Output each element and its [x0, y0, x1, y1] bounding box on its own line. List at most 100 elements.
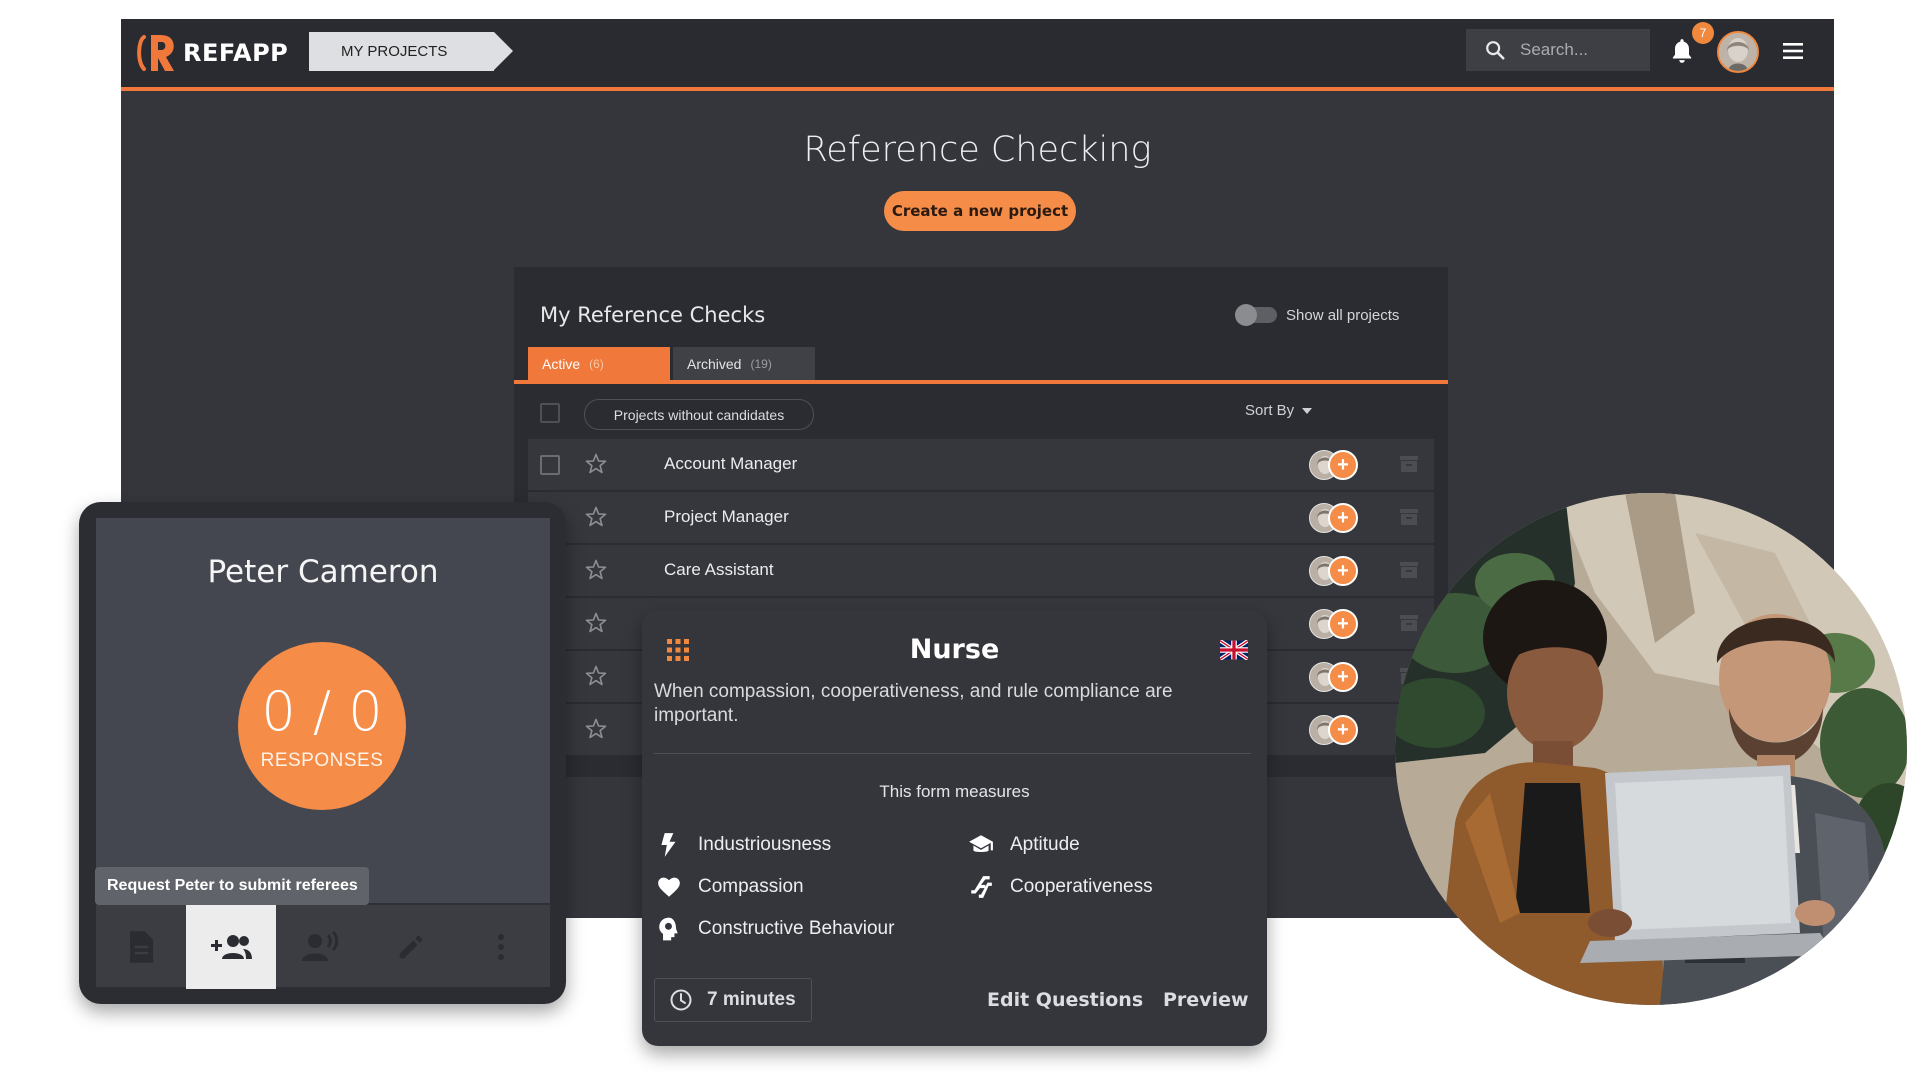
create-project-button[interactable]: Create a new project [884, 191, 1076, 231]
top-bar: REFAPP MY PROJECTS 7 [121, 19, 1834, 91]
table-row[interactable]: Care Assistant + [528, 545, 1434, 598]
add-candidate-button[interactable]: + [1328, 556, 1358, 586]
tab-archived-count: (19) [750, 356, 772, 371]
sort-by-label: Sort By [1245, 402, 1295, 419]
trait-aptitude: Aptitude [968, 832, 1080, 858]
responses-circle: 0 / 0 RESPONSES [238, 642, 406, 810]
more-options-button[interactable] [456, 905, 546, 989]
add-candidate-button[interactable]: + [1328, 715, 1358, 745]
request-referees-tooltip: Request Peter to submit referees [95, 867, 369, 905]
measures-heading: This form measures [879, 782, 1030, 801]
uk-flag-icon[interactable] [1220, 640, 1248, 660]
notification-badge: 7 [1692, 22, 1714, 44]
sort-by-dropdown[interactable]: Sort By [1245, 402, 1313, 419]
logo-mark-icon [137, 35, 174, 71]
trait-label: Industriousness [698, 834, 832, 855]
hamburger-menu-icon[interactable] [1781, 41, 1805, 61]
form-card-nurse: Nurse When compassion, cooperativeness, … [642, 610, 1267, 1046]
add-candidate-button[interactable]: + [1328, 450, 1358, 480]
responses-label: RESPONSES [260, 750, 384, 771]
tab-underline [514, 380, 1448, 384]
caret-down-icon [1302, 407, 1313, 414]
voice-reference-button[interactable] [276, 905, 366, 989]
handshake-icon [971, 876, 992, 898]
head-idea-icon [659, 917, 678, 941]
graduation-cap-icon [969, 835, 993, 853]
tab-archived-label: Archived [687, 355, 742, 372]
search-box[interactable] [1466, 29, 1650, 71]
heart-icon [658, 877, 680, 897]
speaking-person-icon [302, 931, 339, 961]
project-name[interactable]: Account Manager [664, 454, 797, 474]
breadcrumb-my-projects[interactable]: MY PROJECTS [309, 32, 494, 71]
form-description: When compassion, cooperativeness, and ru… [654, 681, 1173, 726]
project-name[interactable]: Project Manager [664, 507, 789, 527]
preview-button[interactable]: Preview [1163, 989, 1249, 1011]
star-icon[interactable] [584, 452, 608, 476]
archive-icon[interactable] [1399, 614, 1419, 632]
toggle-label: Show all projects [1286, 307, 1400, 324]
more-vertical-icon [498, 934, 504, 960]
duration-text: 7 minutes [707, 989, 796, 1010]
star-icon[interactable] [584, 664, 608, 688]
add-group-icon [211, 935, 252, 959]
search-icon [1486, 41, 1505, 60]
archive-icon[interactable] [1399, 508, 1419, 526]
project-name[interactable]: Care Assistant [664, 560, 774, 580]
candidate-name: Peter Cameron [207, 554, 439, 590]
candidate-card: Peter Cameron 0 / 0 RESPONSES Request Pe… [79, 502, 566, 1004]
document-button[interactable] [96, 905, 186, 989]
logo-text: REFAPP [183, 39, 289, 67]
trait-industriousness: Industriousness [656, 832, 831, 858]
trait-cooperativeness: Cooperativeness [968, 874, 1153, 900]
responses-value: 0 / 0 [261, 680, 383, 743]
tab-archived[interactable]: Archived (19) [673, 347, 815, 380]
notification-bell-icon[interactable] [1669, 37, 1695, 65]
pencil-icon [399, 935, 423, 959]
form-title: Nurse [909, 634, 1000, 665]
duration-badge: 7 minutes [654, 978, 812, 1022]
trait-label: Cooperativeness [1010, 876, 1153, 897]
document-icon [130, 931, 154, 963]
filter-chip-no-candidates[interactable]: Projects without candidates [584, 399, 814, 430]
star-icon[interactable] [584, 505, 608, 529]
star-icon[interactable] [584, 611, 608, 635]
show-all-projects-toggle[interactable] [1235, 304, 1277, 326]
breadcrumb-arrow [494, 32, 513, 70]
add-candidate-button[interactable]: + [1328, 609, 1358, 639]
trait-constructive-behaviour: Constructive Behaviour [656, 916, 894, 942]
search-input[interactable] [1518, 39, 1642, 61]
add-candidate-button[interactable]: + [1328, 662, 1358, 692]
page-title: Reference Checking [803, 130, 1152, 170]
archive-icon[interactable] [1399, 455, 1419, 473]
trait-compassion: Compassion [656, 874, 804, 900]
add-candidate-button[interactable]: + [1328, 503, 1358, 533]
toggle-knob [1235, 304, 1257, 326]
people-at-laptop-photo [1395, 493, 1907, 1005]
tab-active-count: (6) [589, 356, 604, 371]
divider [654, 753, 1251, 754]
table-row[interactable]: Project Manager + [528, 492, 1434, 545]
candidate-action-bar [96, 903, 550, 989]
row-checkbox[interactable] [540, 455, 560, 475]
select-all-checkbox[interactable] [540, 403, 560, 423]
refapp-logo[interactable]: REFAPP [135, 29, 288, 77]
photo-illustration [1395, 493, 1907, 1005]
user-avatar[interactable] [1717, 31, 1759, 73]
tab-active[interactable]: Active (6) [528, 347, 670, 380]
archive-icon[interactable] [1399, 561, 1419, 579]
request-referees-button[interactable] [186, 905, 276, 989]
trait-label: Aptitude [1010, 834, 1080, 855]
panel-title: My Reference Checks [540, 303, 766, 327]
table-row[interactable]: Account Manager + [528, 439, 1434, 492]
star-icon[interactable] [584, 558, 608, 582]
star-icon[interactable] [584, 717, 608, 741]
clock-icon [670, 989, 692, 1011]
edit-questions-button[interactable]: Edit Questions [987, 989, 1143, 1011]
avatar-face-icon [1719, 33, 1757, 71]
edit-button[interactable] [366, 905, 456, 989]
tab-active-label: Active [542, 355, 581, 372]
trait-label: Compassion [698, 876, 804, 897]
candidate-card-body: Peter Cameron 0 / 0 RESPONSES Request Pe… [95, 518, 550, 989]
lightning-icon [661, 833, 676, 857]
